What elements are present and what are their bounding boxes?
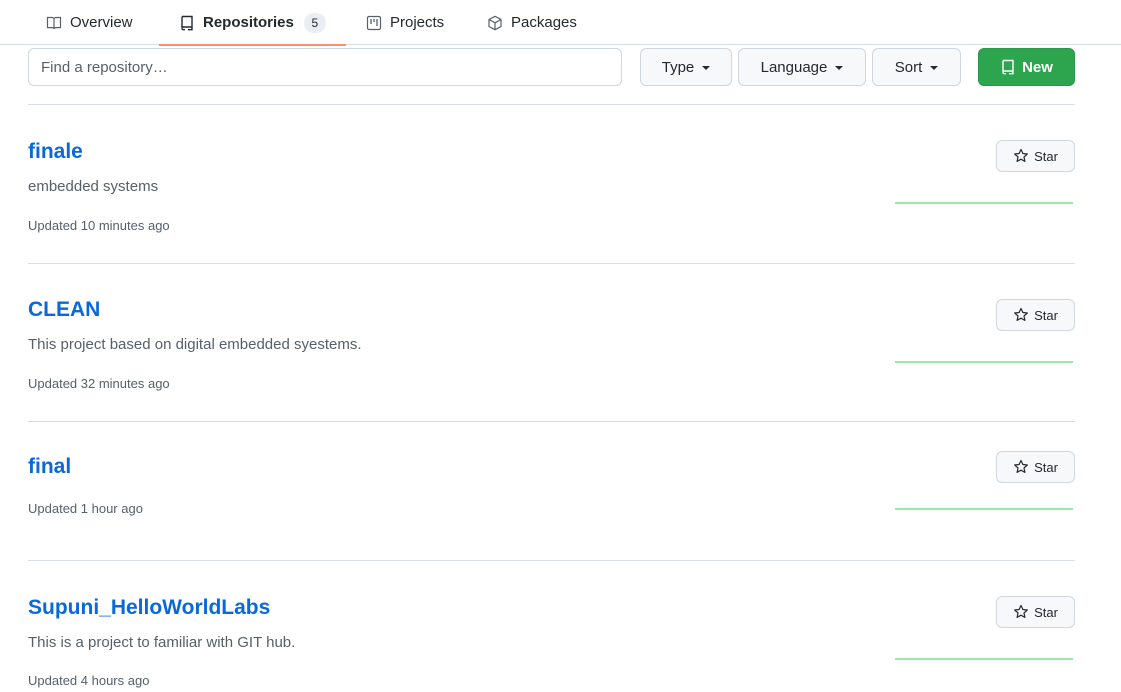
activity-graph	[895, 658, 1073, 660]
repo-description: embedded systems	[28, 178, 159, 195]
star-button[interactable]: Star	[996, 596, 1075, 628]
tab-label: Repositories	[203, 14, 294, 31]
tab-packages[interactable]: Packages	[487, 0, 577, 45]
divider	[28, 263, 1075, 264]
caret-down-icon	[702, 66, 711, 70]
star-icon	[1014, 459, 1028, 473]
star-label: Star	[1034, 307, 1058, 323]
divider	[28, 421, 1075, 422]
tab-projects[interactable]: Projects	[366, 0, 444, 45]
repo-list-item: Supuni_HelloWorldLabs This is a project …	[28, 596, 1075, 692]
repo-updated-time: Updated 32 minutes ago	[28, 376, 170, 391]
find-repository-input[interactable]	[28, 48, 622, 86]
repo-list-item: finale embedded systems Updated 10 minut…	[28, 140, 1075, 250]
activity-graph	[895, 361, 1073, 363]
repo-icon	[181, 15, 193, 30]
star-icon	[1014, 148, 1028, 162]
caret-down-icon	[930, 66, 939, 70]
repo-name-link[interactable]: Supuni_HelloWorldLabs	[28, 596, 270, 620]
star-button[interactable]: Star	[996, 451, 1075, 483]
repo-name-link[interactable]: final	[28, 455, 71, 479]
type-dropdown-label: Type	[661, 58, 695, 76]
sort-dropdown[interactable]: Sort	[872, 48, 961, 86]
repo-updated-time: Updated 1 hour ago	[28, 501, 143, 516]
divider	[28, 560, 1075, 561]
star-icon	[1014, 307, 1028, 321]
tab-repositories[interactable]: Repositories 5	[159, 0, 346, 46]
language-dropdown-label: Language	[760, 58, 828, 76]
tab-overview[interactable]: Overview	[46, 0, 133, 45]
activity-graph	[895, 508, 1073, 510]
star-label: Star	[1034, 604, 1058, 620]
divider	[28, 104, 1075, 105]
sort-dropdown-label: Sort	[894, 58, 923, 76]
repo-list-item: final Updated 1 hour ago Star	[28, 451, 1075, 535]
star-icon	[1014, 604, 1028, 618]
tab-label: Projects	[390, 14, 445, 31]
repo-name-link[interactable]: CLEAN	[28, 298, 100, 322]
repo-description: This project based on digital embedded s…	[28, 336, 362, 353]
language-dropdown[interactable]: Language	[738, 48, 866, 86]
package-icon	[488, 15, 502, 30]
repo-list-item: CLEAN This project based on digital embe…	[28, 298, 1075, 408]
repo-description: This is a project to familiar with GIT h…	[28, 634, 296, 651]
star-label: Star	[1034, 459, 1058, 475]
tab-label: Overview	[70, 14, 133, 31]
new-button-label: New	[1022, 58, 1053, 76]
star-button[interactable]: Star	[996, 299, 1075, 331]
star-label: Star	[1034, 148, 1058, 164]
caret-down-icon	[835, 66, 844, 70]
repo-count-badge: 5	[303, 12, 326, 33]
repo-updated-time: Updated 10 minutes ago	[28, 218, 170, 233]
repo-updated-time: Updated 4 hours ago	[28, 673, 150, 688]
star-button[interactable]: Star	[996, 140, 1075, 172]
repo-icon	[1002, 59, 1014, 75]
tab-label: Packages	[511, 14, 577, 31]
book-icon	[46, 16, 62, 29]
profile-tab-nav: Overview Repositories 5 Projects Package…	[0, 0, 1121, 46]
activity-graph	[895, 202, 1073, 204]
new-repository-button[interactable]: New	[978, 48, 1075, 86]
project-icon	[366, 15, 382, 30]
type-dropdown[interactable]: Type	[640, 48, 732, 86]
repo-name-link[interactable]: finale	[28, 140, 83, 164]
